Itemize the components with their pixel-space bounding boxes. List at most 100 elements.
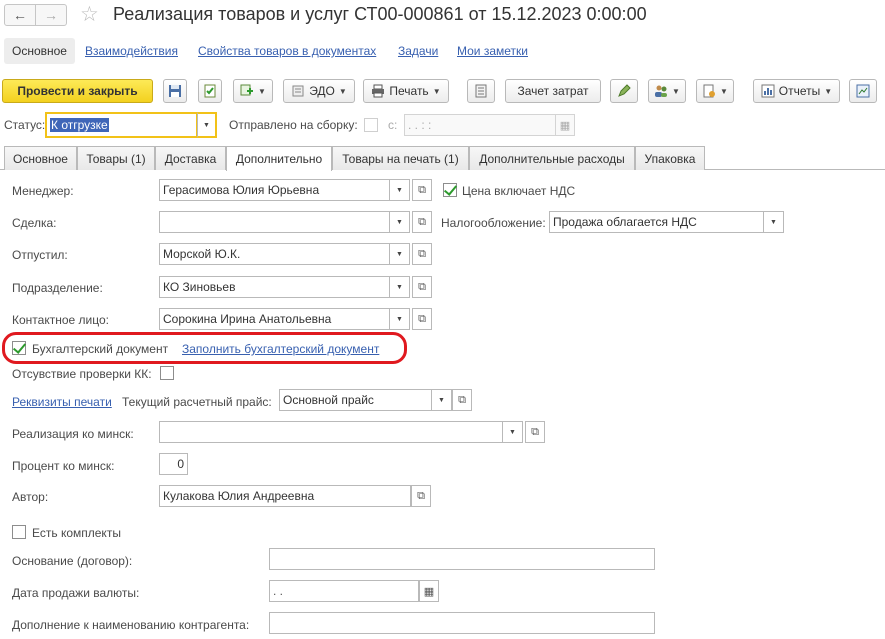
current-price-field[interactable]: Основной прайс xyxy=(279,389,432,411)
attachments-button[interactable]: ▼ xyxy=(696,79,734,103)
chart-window-icon xyxy=(856,84,870,98)
deal-open-button[interactable]: ⧉ xyxy=(412,211,432,233)
author-field: Кулакова Юлия Андреевна xyxy=(159,485,411,507)
nav-tasks[interactable]: Задачи xyxy=(398,44,438,58)
vat-included-checkbox[interactable] xyxy=(443,183,457,197)
tab-packaging[interactable]: Упаковка xyxy=(635,146,705,170)
tab-main[interactable]: Основное xyxy=(4,146,77,170)
tab-delivery[interactable]: Доставка xyxy=(155,146,226,170)
department-field[interactable]: КО Зиновьев xyxy=(159,276,390,298)
tab-goods[interactable]: Товары (1) xyxy=(77,146,155,170)
taxation-field[interactable]: Продажа облагается НДС xyxy=(549,211,764,233)
chevron-down-icon: ▼ xyxy=(338,86,347,96)
manager-open-button[interactable]: ⧉ xyxy=(412,179,432,201)
cost-offset-button[interactable]: Зачет затрат xyxy=(505,79,601,103)
chevron-down-icon: ▼ xyxy=(770,218,777,226)
status-value: К отгрузке xyxy=(50,118,109,132)
pen-sign-icon xyxy=(618,84,631,97)
minsk-percent-field[interactable]: 0 xyxy=(159,453,188,475)
chevron-down-icon: ▼ xyxy=(258,86,266,96)
sent-to-assembly-checkbox[interactable] xyxy=(364,118,378,132)
tab-goods-print[interactable]: Товары на печать (1) xyxy=(332,146,469,170)
nav-goods-properties[interactable]: Свойства товаров в документах xyxy=(198,44,376,58)
post-and-close-button[interactable]: Провести и закрыть xyxy=(2,79,153,103)
structure-button[interactable] xyxy=(467,79,495,103)
manager-dropdown-button[interactable]: ▼ xyxy=(390,179,410,201)
document-list-icon xyxy=(475,84,487,98)
contact-field[interactable]: Сорокина Ирина Анатольевна xyxy=(159,308,390,330)
department-dropdown-button[interactable]: ▼ xyxy=(390,276,410,298)
current-price-open-button[interactable]: ⧉ xyxy=(452,389,472,411)
print-button[interactable]: Печать ▼ xyxy=(363,79,449,103)
status-select[interactable]: К отгрузке xyxy=(45,112,198,138)
kits-checkbox[interactable] xyxy=(12,525,26,539)
taxation-label: Налогообложение: xyxy=(441,216,546,230)
status-dropdown-button[interactable]: ▼ xyxy=(197,112,217,138)
nav-main[interactable]: Основное xyxy=(4,38,75,64)
minsk-sale-open-button[interactable]: ⧉ xyxy=(525,421,545,443)
released-open-button[interactable]: ⧉ xyxy=(412,243,432,265)
printer-icon xyxy=(372,84,385,98)
save-button[interactable] xyxy=(163,79,187,103)
author-open-button[interactable]: ⧉ xyxy=(411,485,431,507)
manager-label: Менеджер: xyxy=(12,184,74,198)
edo-button[interactable]: ЭДО ▼ xyxy=(283,79,355,103)
status-label: Статус: xyxy=(4,118,46,132)
users-button[interactable]: ▼ xyxy=(648,79,686,103)
deal-field[interactable] xyxy=(159,211,390,233)
minsk-sale-dropdown-button[interactable]: ▼ xyxy=(503,421,523,443)
chevron-down-icon: ▼ xyxy=(672,86,680,96)
chevron-down-icon: ▼ xyxy=(396,218,403,226)
chevron-down-icon: ▼ xyxy=(396,250,403,258)
open-icon: ⧉ xyxy=(418,312,426,325)
chevron-down-icon: ▼ xyxy=(432,86,441,96)
contact-dropdown-button[interactable]: ▼ xyxy=(390,308,410,330)
basis-label: Основание (договор): xyxy=(12,554,133,568)
print-details-link[interactable]: Реквизиты печати xyxy=(12,395,112,409)
no-kk-check-checkbox[interactable] xyxy=(160,366,174,380)
forward-button[interactable]: → xyxy=(35,4,67,26)
calendar-icon: ▦ xyxy=(423,585,435,598)
from-label: с: xyxy=(388,118,398,132)
kits-label: Есть комплекты xyxy=(32,526,121,540)
author-label: Автор: xyxy=(12,490,49,504)
favorite-star-icon[interactable]: ☆ xyxy=(80,2,99,27)
edo-icon xyxy=(292,85,304,97)
open-icon: ⧉ xyxy=(531,425,539,438)
sent-to-assembly-label: Отправлено на сборку: xyxy=(229,118,358,132)
tab-additional[interactable]: Дополнительно xyxy=(226,146,332,171)
released-field[interactable]: Морской Ю.К. xyxy=(159,243,390,265)
calendar-button[interactable]: ▦ xyxy=(555,114,575,136)
post-button[interactable] xyxy=(198,79,222,103)
back-button[interactable]: ← xyxy=(4,4,36,26)
print-label: Печать xyxy=(389,84,429,98)
open-icon: ⧉ xyxy=(458,393,466,406)
arrow-right-icon: → xyxy=(44,7,58,23)
currency-sale-date-field[interactable]: . . xyxy=(269,580,419,602)
sign-button[interactable] xyxy=(610,79,638,103)
reports-button[interactable]: Отчеты ▼ xyxy=(753,79,840,103)
page-title: Реализация товаров и услуг СТ00-000861 о… xyxy=(113,4,647,24)
nav-interactions[interactable]: Взаимодействия xyxy=(85,44,178,58)
reports-icon xyxy=(761,84,775,98)
contact-open-button[interactable]: ⧉ xyxy=(412,308,432,330)
create-based-on-button[interactable]: ▼ xyxy=(233,79,273,103)
nav-my-notes[interactable]: Мои заметки xyxy=(457,44,528,58)
released-dropdown-button[interactable]: ▼ xyxy=(390,243,410,265)
deal-dropdown-button[interactable]: ▼ xyxy=(390,211,410,233)
counterparty-addition-field[interactable] xyxy=(269,612,655,634)
currency-date-calendar-button[interactable]: ▦ xyxy=(419,580,439,602)
department-open-button[interactable]: ⧉ xyxy=(412,276,432,298)
manager-field[interactable]: Герасимова Юлия Юрьевна xyxy=(159,179,390,201)
open-icon: ⧉ xyxy=(418,247,426,260)
edo-label: ЭДО xyxy=(309,84,335,98)
taxation-dropdown-button[interactable]: ▼ xyxy=(764,211,784,233)
assembly-date-field[interactable]: . . : : xyxy=(404,114,556,136)
tab-additional-costs[interactable]: Дополнительные расходы xyxy=(469,146,635,170)
minsk-sale-field[interactable] xyxy=(159,421,503,443)
report-view-button[interactable] xyxy=(849,79,877,103)
current-price-dropdown-button[interactable]: ▼ xyxy=(432,389,452,411)
basis-field[interactable] xyxy=(269,548,655,570)
users-icon xyxy=(655,85,668,97)
highlight-oval xyxy=(2,332,407,364)
